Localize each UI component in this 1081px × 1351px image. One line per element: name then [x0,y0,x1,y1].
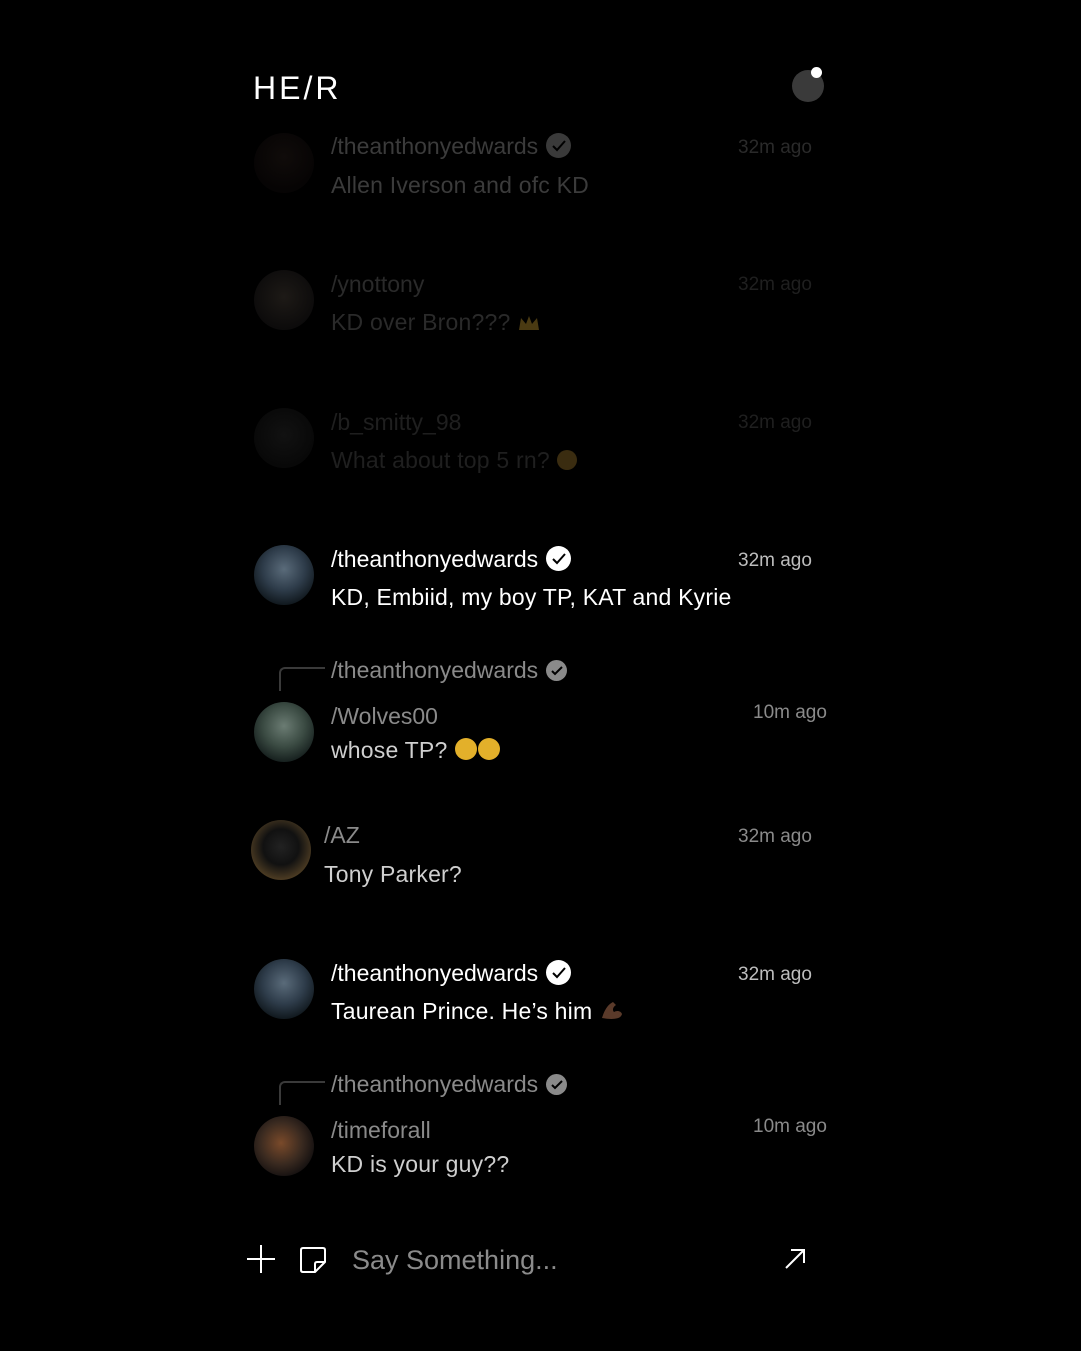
flushed-face-icon [556,449,578,477]
message-time: 32m ago [738,964,812,985]
message-time: 32m ago [738,137,812,158]
message-text: Tony Parker? [324,861,462,887]
app-logo: HE/R [253,70,342,106]
username-text[interactable]: /theanthonyedwards [331,960,538,986]
crown-icon [517,312,541,339]
avatar[interactable] [254,545,314,605]
message-text-content: What about top 5 rn? [331,447,550,473]
verified-icon [546,960,572,985]
message-username[interactable]: /theanthonyedwards [331,960,572,987]
message-time: 32m ago [738,826,812,847]
reply-to-text[interactable]: /theanthonyedwards [331,1071,538,1097]
message-username[interactable]: /Wolves00 [331,703,438,730]
avatar[interactable] [254,702,314,762]
message-text: Allen Iverson and ofc KD [331,172,589,198]
avatar[interactable] [251,820,311,880]
message-time: 32m ago [738,274,812,295]
message-username[interactable]: /ynottony [331,271,424,298]
message-username[interactable]: /theanthonyedwards [331,546,572,573]
message-text: whose TP? [331,737,502,767]
verified-icon [546,133,572,158]
reply-connector [279,1081,325,1105]
message-time: 10m ago [753,702,827,723]
thinking-face-icon [454,737,502,767]
reply-to-username[interactable]: /theanthonyedwards [331,1071,568,1098]
reply-to-text[interactable]: /theanthonyedwards [331,657,538,683]
message-text-content: Taurean Prince. He’s him [331,998,593,1024]
verified-icon [546,660,568,681]
sticker-icon[interactable] [298,1245,328,1275]
message-text: Taurean Prince. He’s him [331,998,625,1028]
avatar[interactable] [254,133,314,193]
message-username[interactable]: /b_smitty_98 [331,409,461,436]
verified-icon [546,546,572,571]
message-text: KD over Bron??? [331,309,541,339]
message-text: What about top 5 rn? [331,447,578,477]
profile-status-icon[interactable] [792,67,824,102]
message-time: 32m ago [738,412,812,433]
add-icon[interactable] [246,1244,276,1274]
notification-dot [811,67,822,78]
message-text-content: whose TP? [331,737,448,763]
send-arrow-icon[interactable] [782,1246,808,1272]
reply-to-username[interactable]: /theanthonyedwards [331,657,568,684]
message-username[interactable]: /AZ [324,822,360,849]
reply-connector [279,667,325,691]
avatar[interactable] [254,959,314,1019]
message-text-content: KD over Bron??? [331,309,511,335]
avatar[interactable] [254,1116,314,1176]
message-time: 10m ago [753,1116,827,1137]
message-username[interactable]: /theanthonyedwards [331,133,572,160]
username-text[interactable]: /theanthonyedwards [331,133,538,159]
username-text[interactable]: /theanthonyedwards [331,546,538,572]
message-text: KD is your guy?? [331,1151,510,1177]
message-text: KD, Embiid, my boy TP, KAT and Kyrie [331,584,732,610]
message-input[interactable] [352,1244,752,1276]
avatar[interactable] [254,270,314,330]
verified-icon [546,1074,568,1095]
message-username[interactable]: /timeforall [331,1117,431,1144]
flexed-biceps-icon [599,998,625,1028]
avatar[interactable] [254,408,314,468]
message-time: 32m ago [738,550,812,571]
